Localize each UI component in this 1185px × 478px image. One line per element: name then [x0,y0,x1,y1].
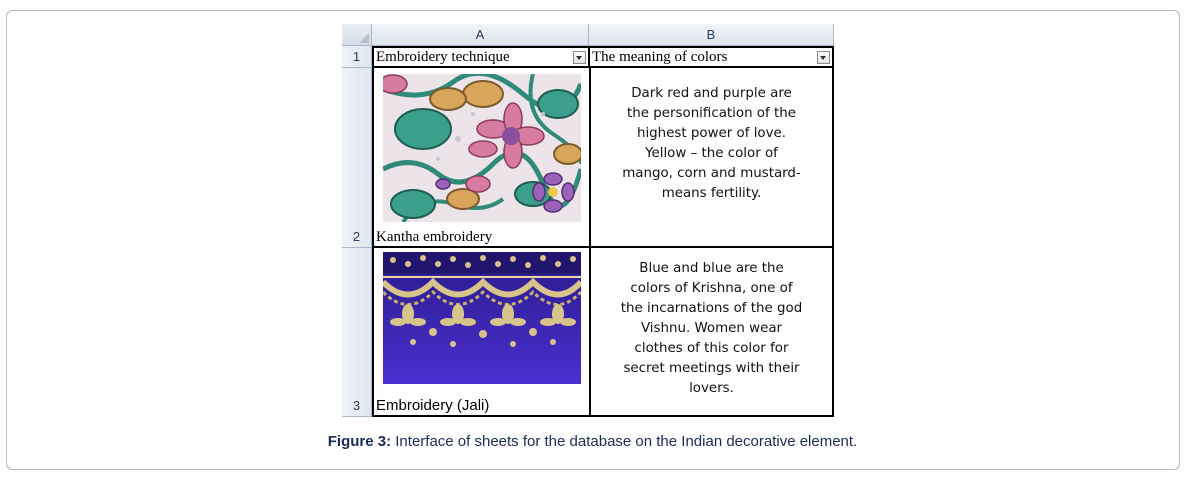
figure-label: Figure 3: [327,433,392,450]
kantha-color-meaning: Dark red and purple are the personificat… [622,86,801,201]
cell-b2[interactable]: Dark red and purple are the personificat… [589,68,834,248]
jali-embroidery-photo [383,252,581,384]
cell-a2[interactable]: Kantha embroidery [372,68,589,248]
jali-color-meaning: Blue and blue are the colors of Krishna,… [620,261,803,396]
kantha-embroidery-caption: Kantha embroidery [376,229,493,245]
select-all-triangle-icon [359,33,369,43]
header-meaning-of-colors: The meaning of colors [592,49,728,65]
row-header-1[interactable]: 1 [342,46,372,68]
spreadsheet: A B 1 2 3 Embroidery technique The meani… [342,24,834,417]
column-header-b[interactable]: B [589,24,834,46]
cell-b3[interactable]: Blue and blue are the colors of Krishna,… [589,248,834,417]
figure-text: Interface of sheets for the database on … [391,433,858,450]
select-all-corner[interactable] [342,24,372,46]
filter-dropdown-icon[interactable] [573,51,586,64]
jali-embroidery-caption: Embroidery (Jali) [376,397,490,414]
kantha-embroidery-photo [383,74,581,222]
figure-caption: Figure 3: Interface of sheets for the da… [0,433,1185,450]
header-embroidery-technique: Embroidery technique [376,49,510,65]
column-header-a[interactable]: A [372,24,589,46]
cell-a1[interactable]: Embroidery technique [372,46,589,68]
filter-dropdown-icon[interactable] [817,51,830,64]
row-number: 3 [352,398,361,413]
row-header-3[interactable]: 3 [342,248,372,417]
row-number: 2 [352,229,361,244]
cell-a3[interactable]: Embroidery (Jali) [372,248,589,417]
cell-b1[interactable]: The meaning of colors [589,46,834,68]
row-header-2[interactable]: 2 [342,68,372,248]
